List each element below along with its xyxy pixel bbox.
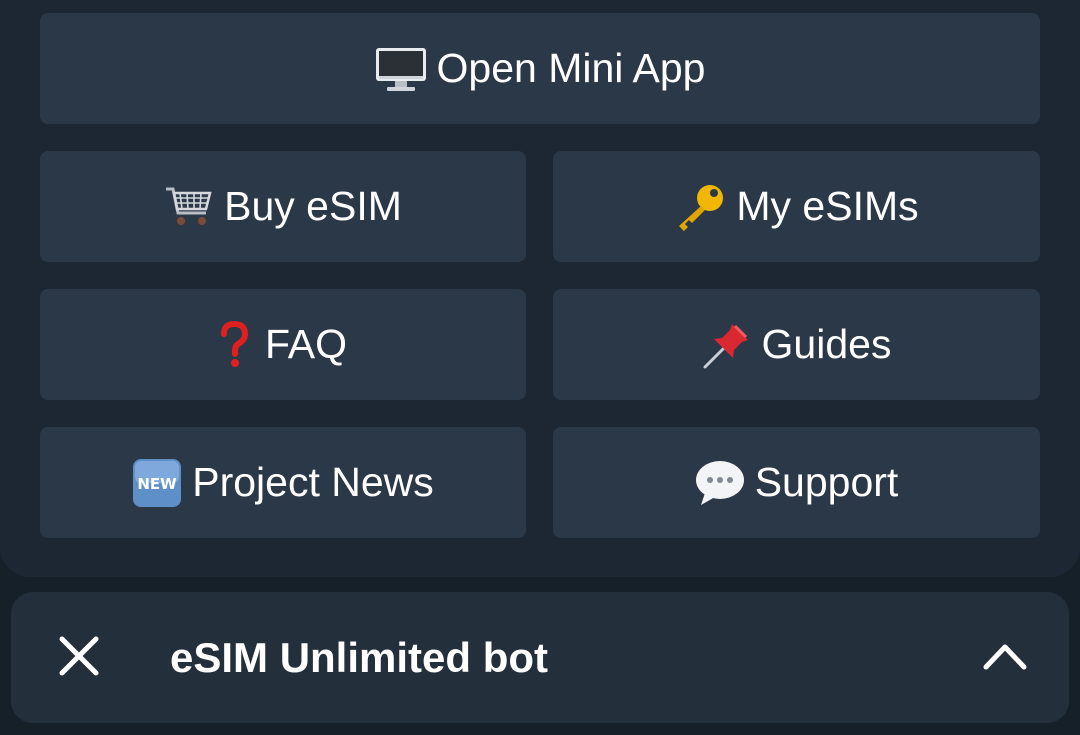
project-news-button[interactable]: NEW Project News (40, 427, 526, 538)
my-esims-label: My eSIMs (736, 183, 919, 229)
shopping-cart-icon (164, 183, 214, 231)
red-question-mark-icon (219, 320, 249, 369)
reply-keyboard: Open Mini App Buy eSIM My eSIMs FAQ Guid… (0, 0, 1080, 577)
support-label: Support (754, 459, 899, 505)
faq-button[interactable]: FAQ (40, 289, 526, 400)
support-button[interactable]: Support (553, 427, 1040, 538)
bot-keyboard-bar: eSIM Unlimited bot (11, 592, 1069, 723)
speech-balloon-icon (695, 459, 745, 507)
key-icon (674, 182, 726, 232)
expand-button[interactable] (973, 630, 1037, 686)
pushpin-icon (702, 320, 752, 370)
guides-label: Guides (761, 321, 892, 367)
chevron-up-icon (982, 641, 1028, 676)
buy-esim-label: Buy eSIM (224, 183, 402, 229)
my-esims-button[interactable]: My eSIMs (553, 151, 1040, 262)
open-mini-app-button[interactable]: Open Mini App (40, 13, 1040, 124)
buy-esim-button[interactable]: Buy eSIM (40, 151, 526, 262)
close-icon (58, 635, 100, 682)
open-mini-app-label: Open Mini App (436, 45, 706, 91)
desktop-computer-icon (375, 46, 427, 92)
new-button-icon: NEW (132, 458, 182, 508)
close-button[interactable] (51, 630, 107, 686)
guides-button[interactable]: Guides (553, 289, 1040, 400)
svg-text:NEW: NEW (138, 475, 178, 493)
faq-label: FAQ (264, 321, 348, 367)
bot-name: eSIM Unlimited bot (170, 633, 548, 681)
project-news-label: Project News (192, 459, 434, 505)
